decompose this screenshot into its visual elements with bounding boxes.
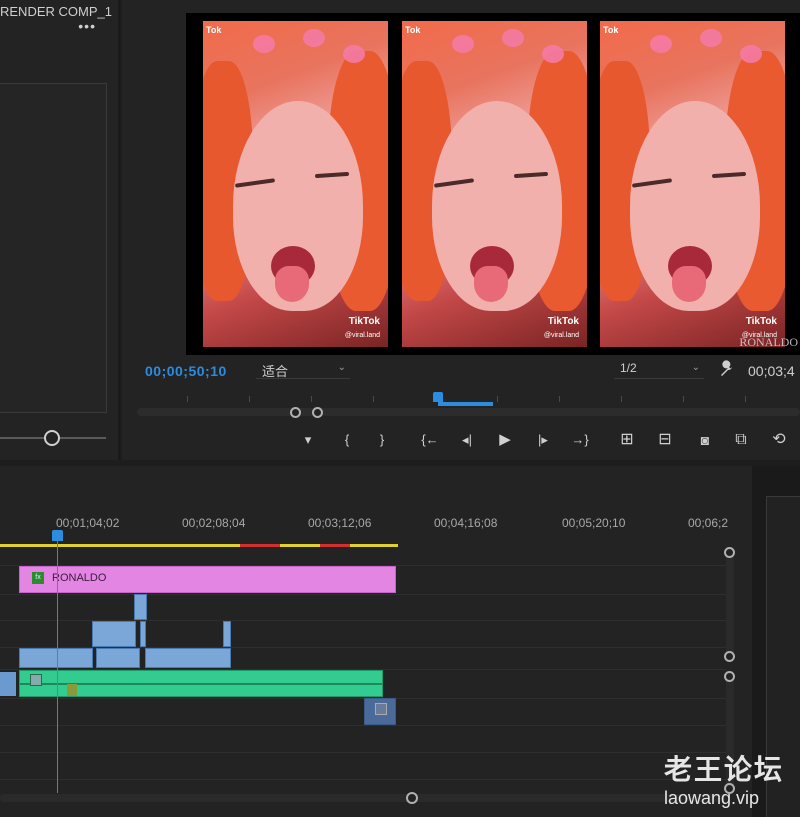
- extract-button[interactable]: ⊟: [654, 430, 676, 450]
- step-forward-button[interactable]: |▸: [532, 430, 554, 450]
- tok-label: Tok: [405, 25, 421, 35]
- tok-label: Tok: [603, 25, 619, 35]
- chevron-down-icon: ⌄: [337, 362, 346, 373]
- overlay-text: RONALDO: [739, 335, 798, 349]
- render-bar-red: [320, 544, 350, 547]
- go-to-in-button[interactable]: {←: [418, 430, 442, 450]
- comparison-view-button[interactable]: ⧉: [730, 430, 752, 450]
- fit-select-value: 适合: [262, 364, 289, 379]
- resolution-select[interactable]: 1/2 ⌄: [614, 361, 704, 379]
- video-clip[interactable]: [145, 648, 231, 668]
- tiktok-handle: @viral.land: [344, 332, 380, 339]
- clip-thumbnail-icon: [375, 703, 387, 715]
- go-to-out-button[interactable]: →}: [568, 430, 592, 450]
- mark-out-button[interactable]: }: [375, 430, 389, 450]
- program-playhead[interactable]: [433, 392, 443, 402]
- playhead-timecode[interactable]: 00;00;50;10: [145, 363, 227, 379]
- panel-menu-icon[interactable]: •••: [78, 18, 96, 34]
- timeline-playhead-line: [57, 540, 58, 793]
- clip-label: RONALDO: [52, 572, 107, 584]
- source-panel-title[interactable]: RENDER COMP_1: [0, 4, 112, 19]
- source-preview-area: [0, 83, 107, 413]
- ronaldo-graphic-clip[interactable]: fx RONALDO: [19, 566, 396, 593]
- add-marker-button[interactable]: ▾: [300, 430, 316, 450]
- fx-badge: fx: [32, 572, 44, 584]
- zoom-knob-left[interactable]: [290, 407, 301, 418]
- video-tracks-scrollbar[interactable]: [726, 548, 734, 660]
- video-clip-preview: Tok TikTok @viral.land: [600, 21, 785, 347]
- render-bar-red: [240, 544, 280, 547]
- watermark-chinese: 老王论坛: [664, 753, 785, 786]
- video-clip[interactable]: [96, 648, 140, 668]
- play-button[interactable]: ▶: [496, 430, 514, 450]
- program-zoom-track[interactable]: [137, 408, 800, 416]
- scroll-knob-bottom[interactable]: [724, 651, 735, 662]
- step-back-button[interactable]: ◂|: [456, 430, 478, 450]
- button-editor-button[interactable]: ⟲: [768, 430, 790, 450]
- tiktok-logo: TikTok: [348, 316, 380, 327]
- in-out-range: [438, 402, 493, 406]
- scroll-knob-top[interactable]: [724, 547, 735, 558]
- mark-in-button[interactable]: {: [340, 430, 354, 450]
- ruler-label: 00;04;16;08: [434, 516, 498, 530]
- video-clip-preview: Tok TikTok @viral.land: [203, 21, 388, 347]
- audio-fx-icon: [30, 674, 42, 686]
- audio-keyframe[interactable]: [67, 684, 77, 696]
- video-clip[interactable]: [223, 621, 231, 647]
- tiktok-handle: @viral.land: [543, 332, 579, 339]
- ruler-label: 00;03;12;06: [308, 516, 372, 530]
- watermark-url: laowang.vip: [664, 788, 760, 808]
- ruler-label: 00;06;2: [688, 516, 729, 530]
- video-clip-preview: Tok TikTok @viral.land: [402, 21, 587, 347]
- video-clip[interactable]: [134, 594, 147, 620]
- ruler-label: 00;02;08;04: [182, 516, 246, 530]
- source-zoom-knob[interactable]: [44, 430, 60, 446]
- ruler-label: 00;01;04;02: [56, 516, 120, 530]
- transport-controls: ▾ { } {← ◂| ▶ |▸ →} ⊞ ⊟ ◙ ⧉ ⟲: [298, 430, 798, 452]
- program-monitor: Tok TikTok @viral.land Tok TikTok @viral…: [122, 0, 800, 460]
- ruler-label: 00;05;20;10: [562, 516, 626, 530]
- video-clip[interactable]: [19, 648, 93, 668]
- fit-select[interactable]: 适合 ⌄: [256, 361, 350, 379]
- chevron-down-icon: ⌄: [691, 362, 700, 373]
- tiktok-logo: TikTok: [547, 316, 579, 327]
- export-frame-button[interactable]: ◙: [696, 430, 714, 450]
- video-clip[interactable]: [140, 621, 146, 647]
- scroll-knob-top[interactable]: [724, 671, 735, 682]
- horizontal-scroll-knob[interactable]: [406, 792, 418, 804]
- video-frame: Tok TikTok @viral.land Tok TikTok @viral…: [186, 13, 800, 355]
- duration-timecode: 00;03;4: [748, 363, 795, 379]
- lift-button[interactable]: ⊞: [616, 430, 638, 450]
- audio-clip[interactable]: [0, 672, 16, 696]
- timeline-ruler[interactable]: 00;01;04;02 00;02;08;04 00;03;12;06 00;0…: [0, 516, 729, 546]
- adjustment-clip[interactable]: [364, 698, 396, 725]
- video-clip[interactable]: [92, 621, 136, 647]
- tiktok-logo: TikTok: [745, 316, 777, 327]
- wrench-icon[interactable]: [718, 360, 736, 378]
- source-panel: RENDER COMP_1 •••: [0, 0, 120, 460]
- zoom-knob-right[interactable]: [312, 407, 323, 418]
- tok-label: Tok: [206, 25, 222, 35]
- timeline-horizontal-scrollbar[interactable]: [0, 794, 726, 802]
- premiere-window: RENDER COMP_1 ••• Tok TikTok @viral.land…: [0, 0, 800, 817]
- resolution-select-value: 1/2: [620, 361, 637, 375]
